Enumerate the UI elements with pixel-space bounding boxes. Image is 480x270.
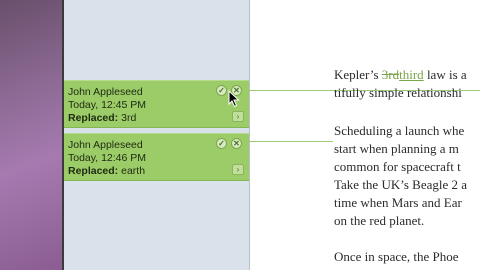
chevron-right-icon: › bbox=[236, 165, 240, 174]
change-card[interactable]: John Appleseed Today, 12:45 PM Replaced:… bbox=[64, 80, 249, 128]
change-action-value: earth bbox=[121, 165, 146, 177]
change-action-label: Replaced: bbox=[68, 165, 119, 177]
accept-change-button[interactable]: ✓ bbox=[216, 85, 227, 96]
change-action-label: Replaced: bbox=[68, 112, 119, 124]
mouse-cursor-icon bbox=[228, 90, 240, 108]
checkmark-icon: ✓ bbox=[218, 86, 225, 95]
doc-line: tifully simple relationshi bbox=[334, 85, 462, 100]
inserted-text: third bbox=[399, 67, 424, 82]
change-connector-line bbox=[249, 141, 333, 142]
x-icon: ✕ bbox=[233, 139, 240, 148]
doc-line: start when planning a m bbox=[334, 141, 459, 156]
doc-line: Once in space, the Phoe bbox=[334, 249, 459, 264]
doc-line: Kepler’s 3rdthird law is a bbox=[334, 67, 467, 82]
change-time: Today, 12:45 PM bbox=[68, 99, 147, 111]
doc-line: on the red planet. bbox=[334, 213, 425, 228]
reject-change-button[interactable]: ✕ bbox=[231, 138, 242, 149]
expand-change-button[interactable]: › bbox=[232, 111, 244, 122]
chevron-right-icon: › bbox=[236, 112, 240, 121]
change-card[interactable]: John Appleseed Today, 12:46 PM Replaced:… bbox=[64, 133, 249, 181]
doc-line: Scheduling a launch whe bbox=[334, 123, 465, 138]
expand-change-button[interactable]: › bbox=[232, 164, 244, 175]
doc-line: common for spacecraft t bbox=[334, 159, 461, 174]
change-action-value: 3rd bbox=[121, 112, 137, 124]
change-time: Today, 12:46 PM bbox=[68, 152, 147, 164]
accept-change-button[interactable]: ✓ bbox=[216, 138, 227, 149]
desktop-background bbox=[0, 0, 64, 270]
doc-line: time when Mars and Ear bbox=[334, 195, 462, 210]
document-page[interactable]: Kepler’s 3rdthird law is a tifully simpl… bbox=[334, 0, 480, 270]
doc-line: Take the UK’s Beagle 2 a bbox=[334, 177, 468, 192]
checkmark-icon: ✓ bbox=[218, 139, 225, 148]
deleted-text: 3rd bbox=[381, 67, 400, 82]
